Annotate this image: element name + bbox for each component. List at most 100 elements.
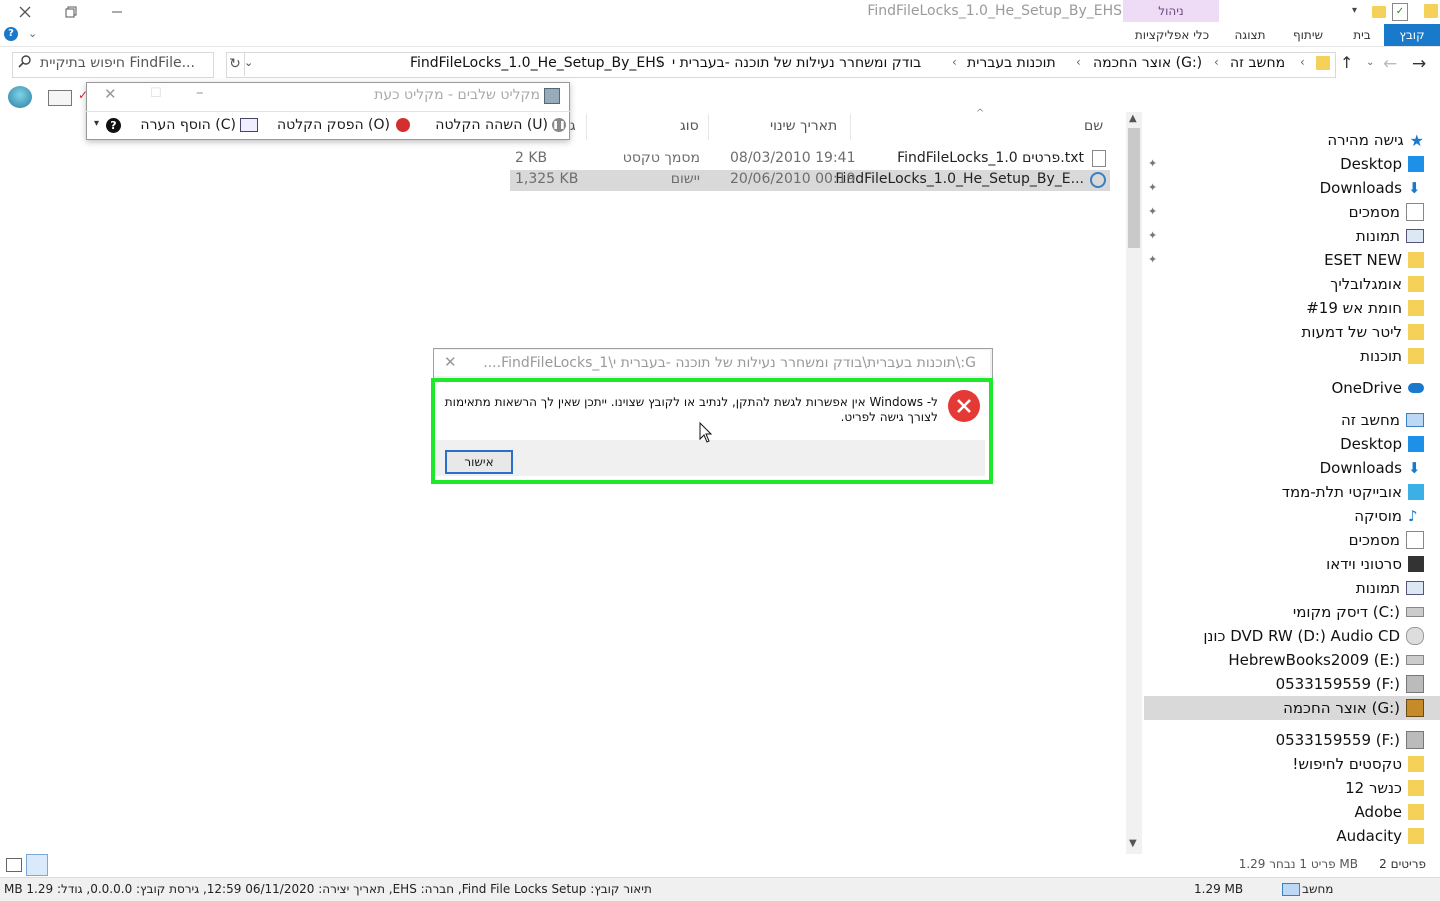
recorder-menu-dropdown-icon[interactable]: ▾ [94, 118, 99, 129]
nav-item-label: Desktop [1340, 155, 1402, 173]
refresh-icon[interactable]: ↻ [226, 52, 245, 76]
crumb-hebrew-software[interactable]: תוכנות בעברית [967, 55, 1056, 71]
nav-item[interactable]: אוצר החכמה (G:) [1283, 696, 1424, 720]
column-name[interactable]: שם [1084, 118, 1103, 134]
recorder-maximize-icon[interactable]: ☐ [150, 86, 162, 101]
column-type[interactable]: סוג [680, 118, 699, 134]
pin-icon[interactable]: ✦ [1148, 253, 1157, 266]
video-icon [1408, 556, 1424, 572]
nav-item[interactable]: כונן DVD RW (D:) Audio CD [1203, 624, 1424, 648]
nav-item[interactable]: Desktop [1340, 432, 1424, 456]
stop-recording-button[interactable]: הפסק הקלטה (O) [277, 117, 390, 133]
recorder-help-icon[interactable]: ? [106, 118, 121, 133]
nav-item-label: HebrewBooks2009 (E:) [1228, 651, 1400, 669]
nav-item[interactable]: אובייקטי תלת-ממד [1282, 480, 1424, 504]
pause-recording-button[interactable]: השהה הקלטה (U) [435, 117, 548, 133]
nav-item[interactable]: !טקסטים לחיפוש [1292, 752, 1424, 776]
nav-item[interactable]: מסמכים [1349, 528, 1424, 552]
desktop-icon [1408, 436, 1424, 452]
column-divider[interactable] [586, 114, 587, 140]
nav-item[interactable]: Downloads ⬇ [1320, 176, 1424, 200]
new-folder-qat-icon[interactable] [1372, 4, 1386, 18]
column-divider[interactable] [708, 114, 709, 140]
shell-app-icon[interactable] [8, 86, 32, 108]
minimize-window-button[interactable] [94, 0, 140, 24]
tab-share[interactable]: שיתוף [1284, 24, 1332, 46]
scroll-up-icon[interactable]: ▲ [1129, 113, 1137, 124]
properties-qat-icon[interactable]: ✓ [1392, 3, 1408, 21]
scroll-down-icon[interactable]: ▼ [1129, 838, 1137, 849]
tab-view[interactable]: תצוגה [1224, 24, 1276, 46]
scrollbar-thumb[interactable] [1128, 128, 1140, 248]
stop-icon [396, 118, 410, 132]
nav-item[interactable]: סרטוני וידאו [1326, 552, 1424, 576]
nav-item[interactable]: HebrewBooks2009 (E:) [1228, 648, 1424, 672]
file-row-selected[interactable]: FindFileLocks_1.0_He_Setup_By_E... 20/06… [510, 170, 1110, 191]
crumb-drive-g[interactable]: אוצר החכמה (G:) [1093, 55, 1202, 71]
address-dropdown-icon[interactable]: ⌄ [244, 56, 253, 69]
nav-item[interactable]: דיסק מקומי (C:) [1293, 600, 1424, 624]
tab-file[interactable]: קובץ [1384, 24, 1440, 46]
nav-item[interactable]: ESET NEW [1324, 248, 1424, 272]
pin-icon[interactable]: ✦ [1148, 229, 1157, 242]
close-icon [19, 6, 31, 18]
recent-locations-icon[interactable]: ⌄ [1366, 57, 1374, 68]
manage-tab[interactable]: ניהול [1123, 0, 1219, 22]
nav-quick-access[interactable]: גישה מהירה ★ [1327, 128, 1424, 152]
add-comment-button[interactable]: הוסף הערה (C) [140, 117, 236, 133]
folder-icon [1408, 252, 1424, 268]
file-date: 20/06/2010 00:19 [730, 171, 856, 187]
nav-item[interactable]: חומת אש #19 [1306, 296, 1424, 320]
crumb-current-folder[interactable]: FindFileLocks_1.0_He_Setup_By_EHS [410, 55, 665, 71]
nav-item[interactable]: OneDrive [1331, 376, 1424, 400]
nav-item[interactable]: תמונות [1356, 576, 1424, 600]
file-row[interactable]: FindFileLocks_1.0 פרטים.txt 08/03/2010 1… [510, 149, 1110, 170]
restore-window-button[interactable] [48, 0, 94, 24]
tab-home[interactable]: בית [1344, 24, 1380, 46]
nav-item[interactable]: מחשב זה [1341, 408, 1424, 432]
nav-item[interactable]: 0533159559 (F:) [1276, 728, 1424, 752]
pin-icon[interactable]: ✦ [1148, 205, 1157, 218]
crumb-lock-checker[interactable]: בודק ומשחרר נעילות של תוכנה -בעברית י [672, 55, 921, 71]
nav-item[interactable]: Adobe [1355, 800, 1424, 824]
nav-item[interactable]: Desktop [1340, 152, 1424, 176]
nav-item[interactable]: 12 כנשר [1345, 776, 1424, 800]
sort-ascending-icon: ^ [976, 108, 985, 119]
nav-item-label: כונן DVD RW (D:) Audio CD [1203, 627, 1400, 645]
screen-capture-icon[interactable] [48, 90, 72, 106]
pin-icon[interactable]: ✦ [1148, 181, 1157, 194]
nav-item[interactable]: 0533159559 (F:) [1276, 672, 1424, 696]
qat-dropdown-icon[interactable]: ▾ [1352, 5, 1357, 16]
nav-item[interactable]: Audacity [1336, 824, 1424, 848]
nav-item[interactable]: ליטר של דמעות [1302, 320, 1424, 344]
folder-icon [1408, 828, 1424, 844]
nav-item[interactable]: מסמכים [1349, 200, 1424, 224]
large-icons-view-icon[interactable] [26, 854, 48, 876]
nav-item-label: OneDrive [1331, 379, 1402, 397]
recorder-close-icon[interactable]: ✕ [104, 85, 117, 103]
close-window-button[interactable] [2, 0, 48, 24]
details-view-icon[interactable] [6, 858, 22, 872]
recorder-minimize-icon[interactable]: – [196, 83, 204, 101]
expand-ribbon-icon[interactable]: ⌄ [28, 27, 37, 40]
ok-button[interactable]: אישור [445, 450, 513, 474]
nav-item-label: מסמכים [1348, 203, 1400, 221]
dialog-close-icon[interactable]: ✕ [444, 353, 457, 371]
forward-arrow-icon[interactable]: ← [1383, 54, 1397, 74]
column-date-modified[interactable]: תאריך שינוי [770, 118, 837, 134]
back-arrow-icon[interactable]: → [1412, 54, 1426, 74]
help-icon[interactable]: ? [4, 27, 18, 41]
nav-item-label: אוצר החכמה (G:) [1283, 699, 1400, 717]
up-arrow-icon[interactable]: ↑ [1340, 53, 1353, 72]
nav-item[interactable]: אומגלובליך [1330, 272, 1424, 296]
nav-item[interactable]: תוכנות [1360, 344, 1424, 368]
tab-app-tools[interactable]: כלי אפליקציות [1126, 24, 1218, 46]
crumb-separator: ‹ [1076, 55, 1081, 69]
nav-item[interactable]: מוסיקה ♪ [1354, 504, 1424, 528]
column-divider[interactable] [850, 114, 851, 140]
pin-icon[interactable]: ✦ [1148, 157, 1157, 170]
crumb-this-pc[interactable]: מחשב זה [1230, 55, 1285, 71]
nav-item[interactable]: תמונות [1356, 224, 1424, 248]
folder-icon [1408, 324, 1424, 340]
nav-item[interactable]: Downloads ⬇ [1320, 456, 1424, 480]
